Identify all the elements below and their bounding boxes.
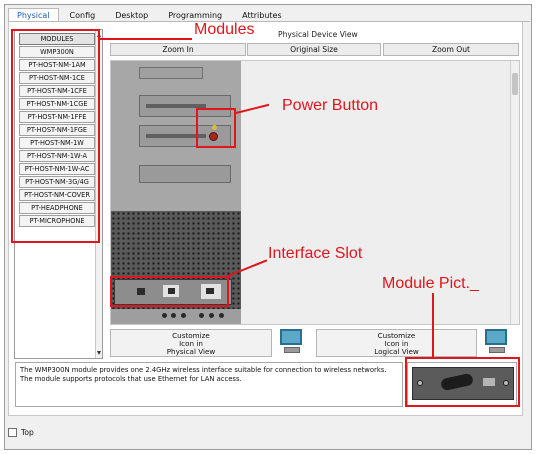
monitor-icon <box>279 328 305 354</box>
module-description: The WMP300N module provides one 2.4GHz w… <box>15 362 403 407</box>
interface-slot-highlight <box>110 276 229 307</box>
tab-desktop[interactable]: Desktop <box>106 8 157 22</box>
module-pict-annotation: Module Pict._ <box>382 275 479 292</box>
tab-programming[interactable]: Programming <box>159 8 231 22</box>
scrollbar-thumb[interactable] <box>512 73 518 95</box>
tab-config[interactable]: Config <box>61 8 105 22</box>
audio-jack-icon <box>171 313 176 318</box>
scroll-down-icon[interactable] <box>97 351 101 355</box>
usb-icon <box>209 313 214 318</box>
drive-bay-face <box>139 165 231 183</box>
bottom-bar: Top <box>8 428 34 437</box>
module-pict-highlight <box>405 357 520 407</box>
tab-attributes[interactable]: Attributes <box>233 8 291 22</box>
audio-jack-icon <box>181 313 186 318</box>
usb-icon <box>162 313 167 318</box>
usb-icon <box>199 313 204 318</box>
monitor-icon <box>484 328 510 354</box>
tab-bar: Physical Config Desktop Programming Attr… <box>8 8 293 22</box>
customize-logical-button[interactable]: Customize Icon in Logical View <box>316 329 477 357</box>
zoom-out-button[interactable]: Zoom Out <box>383 43 519 56</box>
top-checkbox[interactable] <box>8 428 17 437</box>
customize-physical-button[interactable]: Customize Icon in Physical View <box>110 329 272 357</box>
vent-grill <box>111 211 241 324</box>
audio-jack-icon <box>219 313 224 318</box>
modules-highlight <box>11 29 100 243</box>
power-button-annotation: Power Button <box>282 97 379 114</box>
power-button-highlight <box>196 108 236 148</box>
view-scrollbar[interactable] <box>510 61 519 324</box>
tab-physical[interactable]: Physical <box>8 8 59 22</box>
top-label: Top <box>21 428 34 437</box>
drive-bay <box>139 67 203 79</box>
modules-annotation: Modules <box>194 21 255 38</box>
zoom-in-button[interactable]: Zoom In <box>110 43 246 56</box>
physical-view-title: Physical Device View <box>278 30 358 39</box>
original-size-button[interactable]: Original Size <box>247 43 381 56</box>
interface-slot-annotation: Interface Slot <box>268 245 363 262</box>
